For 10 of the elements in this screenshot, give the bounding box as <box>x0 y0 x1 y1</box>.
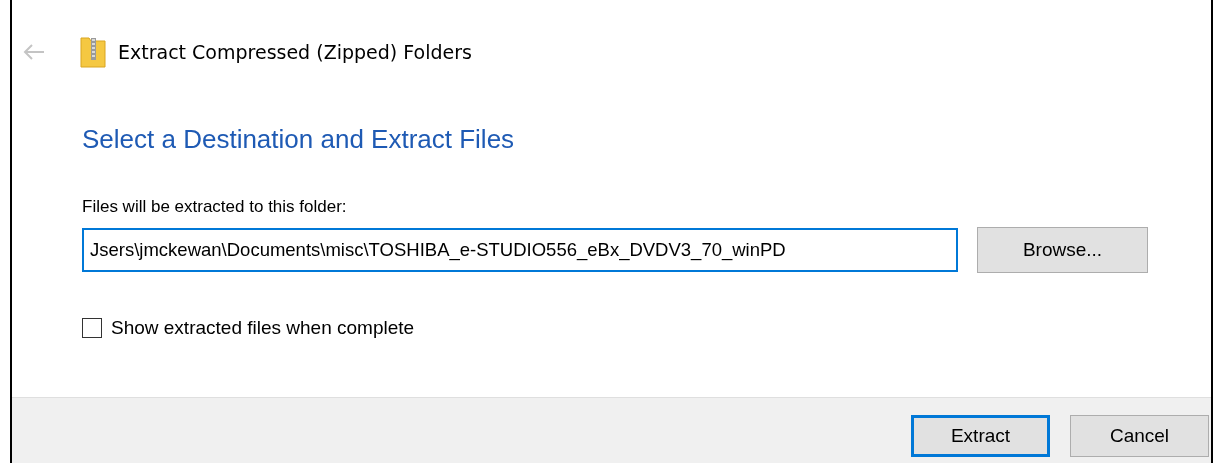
checkbox[interactable] <box>82 318 102 338</box>
field-label: Files will be extracted to this folder: <box>82 197 348 217</box>
window-title: Extract Compressed (Zipped) Folders <box>118 41 472 63</box>
checkbox-label: Show extracted files when complete <box>111 317 415 339</box>
dialog-heading: Select a Destination and Extract Files <box>82 124 516 155</box>
destination-field[interactable]: Jsers\jmckewan\Documents\misc\TOSHIBA_e-STUDIO556_eBx_DVDV3_70_winPD <box>82 228 958 272</box>
browse-button[interactable]: Browse... <box>977 227 1148 273</box>
dialog-button[interactable]: Cancel <box>1070 414 1209 457</box>
dialog-button[interactable]: Extract <box>911 414 1050 457</box>
zipped-folder-icon <box>80 36 106 68</box>
